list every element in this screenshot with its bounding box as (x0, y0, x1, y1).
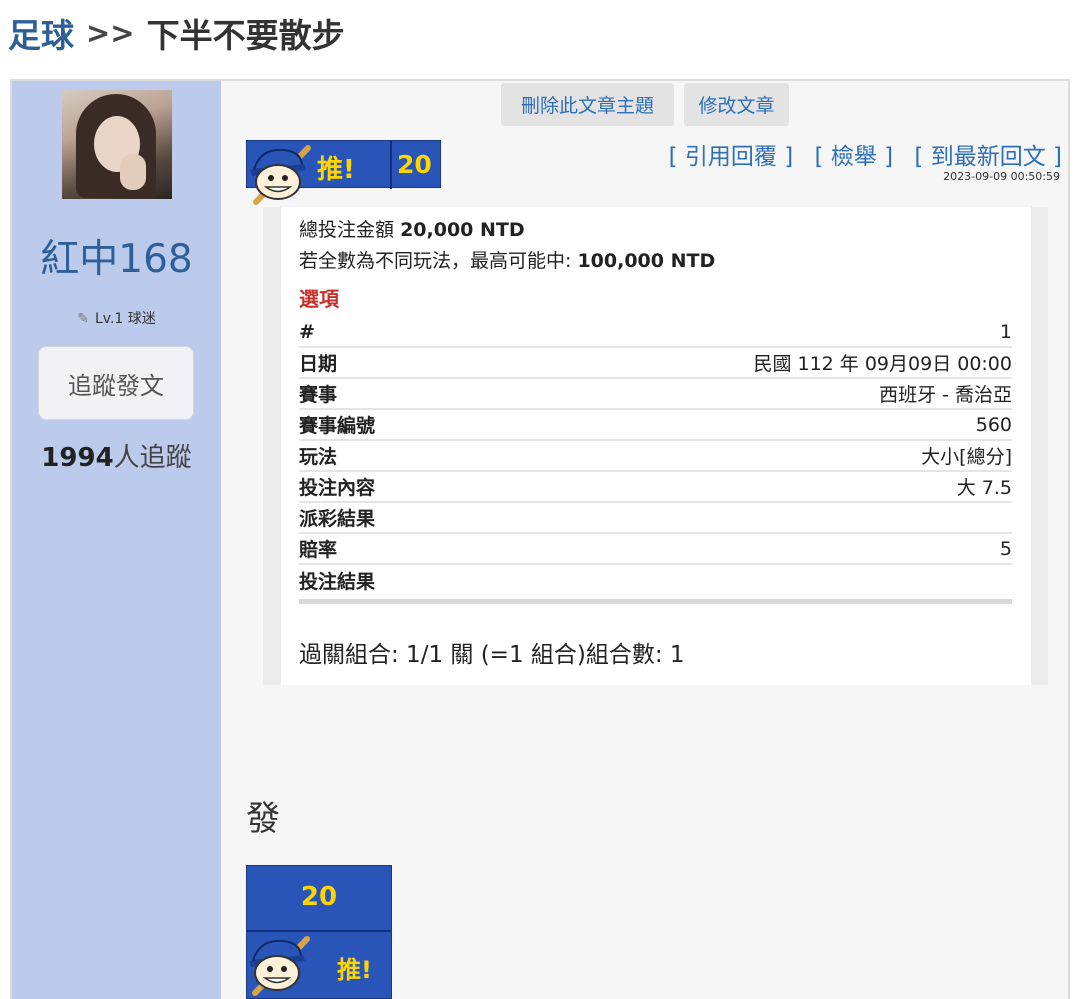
row-value: 民國 112 年 09月09日 00:00 (753, 353, 1012, 375)
push-button[interactable]: 推! 20 (246, 140, 441, 206)
author-level-text: Lv.1 球迷 (94, 311, 156, 327)
latest-reply-link[interactable]: [ 到最新回文 ] (914, 144, 1062, 170)
total-bet-label: 總投注金額 (299, 219, 395, 241)
total-bet: 總投注金額 20,000 NTD (299, 215, 525, 242)
row-key: 賽事編號 (299, 415, 376, 437)
table-row: 賽事 西班牙 - 喬治亞 (299, 379, 1012, 410)
row-key: 日期 (299, 353, 338, 375)
baseball-player-mascot-icon (250, 145, 311, 205)
table-row: 投注結果 (299, 565, 1012, 596)
delete-topic-button[interactable]: 刪除此文章主題 (501, 83, 674, 126)
row-value: 大小[總分] (921, 446, 1012, 468)
author-sidebar: 紅中168 ✎ Lv.1 球迷 追蹤發文 1994人追蹤 (12, 81, 221, 999)
row-value: 560 (975, 413, 1012, 436)
quote-reply-link[interactable]: [ 引用回覆 ] (669, 144, 794, 170)
followers-number: 1994 (41, 443, 114, 473)
row-value: 大 7.5 (956, 477, 1012, 499)
row-key: 賽事 (299, 384, 338, 406)
table-row: 賠率 5 (299, 534, 1012, 565)
pencil-icon: ✎ (77, 311, 89, 327)
follow-button[interactable]: 追蹤發文 (38, 346, 194, 420)
followers-suffix: 人追蹤 (113, 443, 192, 473)
post-actions: [ 引用回覆 ] [ 檢舉 ] [ 到最新回文 ] (655, 137, 1062, 171)
author-level: ✎ Lv.1 球迷 (12, 308, 221, 328)
author-name[interactable]: 紅中168 (12, 228, 221, 284)
row-key: # (299, 320, 315, 343)
table-row: 派彩結果 (299, 503, 1012, 534)
table-row: 投注內容 大 7.5 (299, 472, 1012, 503)
push-label-large: 推! (337, 956, 372, 984)
max-win-value: 100,000 NTD (577, 250, 716, 272)
push-count-large: 20 (300, 882, 338, 912)
breadcrumb: 足球 >> 下半不要散步 (8, 8, 345, 58)
row-key: 投注結果 (299, 571, 376, 593)
push-button-large[interactable]: 20 推! (246, 865, 392, 999)
row-key: 賠率 (299, 539, 338, 561)
breadcrumb-section-link[interactable]: 足球 (8, 9, 74, 57)
post-main: 刪除此文章主題 修改文章 推! 20 [ 引用回覆 ] [ 檢舉 ] [ 到最新… (222, 81, 1068, 999)
page-title: 下半不要散步 (146, 16, 345, 55)
table-row: 賽事編號 560 (299, 410, 1012, 441)
followers-count: 1994人追蹤 (12, 437, 221, 474)
row-key: 投注內容 (299, 477, 376, 499)
max-win: 若全數為不同玩法，最高可能中: 100,000 NTD (299, 246, 715, 273)
breadcrumb-separator: >> (86, 16, 135, 50)
table-row: 日期 民國 112 年 09月09日 00:00 (299, 348, 1012, 379)
edit-post-button[interactable]: 修改文章 (684, 83, 789, 126)
max-win-label: 若全數為不同玩法，最高可能中: (299, 250, 572, 272)
bet-card: 總投注金額 20,000 NTD 若全數為不同玩法，最高可能中: 100,000… (263, 207, 1048, 685)
row-value: 1 (999, 320, 1012, 343)
bet-details-table: #1 日期 民國 112 年 09月09日 00:00 賽事 西班牙 - 喬治亞 賽… (299, 317, 1012, 604)
push-count: 20 (397, 150, 432, 179)
table-divider (299, 599, 1012, 604)
row-value: 西班牙 - 喬治亞 (879, 384, 1012, 406)
row-key: 派彩結果 (299, 508, 376, 530)
options-title: 選項 (299, 287, 339, 311)
table-row: 玩法 大小[總分] (299, 441, 1012, 472)
push-label: 推! (317, 155, 355, 185)
baseball-player-mascot-icon (249, 936, 310, 996)
combo-summary: 過關組合: 1/1 關 (=1 組合)組合數: 1 (299, 642, 685, 668)
row-key: 玩法 (299, 446, 338, 468)
avatar[interactable] (62, 90, 172, 199)
table-row: #1 (299, 317, 1012, 348)
report-link[interactable]: [ 檢舉 ] (815, 144, 894, 170)
post-timestamp: 2023-09-09 00:50:59 (943, 170, 1060, 183)
total-bet-value: 20,000 NTD (400, 219, 525, 241)
post-body-text: 發 (246, 799, 280, 839)
row-value: 5 (999, 537, 1012, 560)
